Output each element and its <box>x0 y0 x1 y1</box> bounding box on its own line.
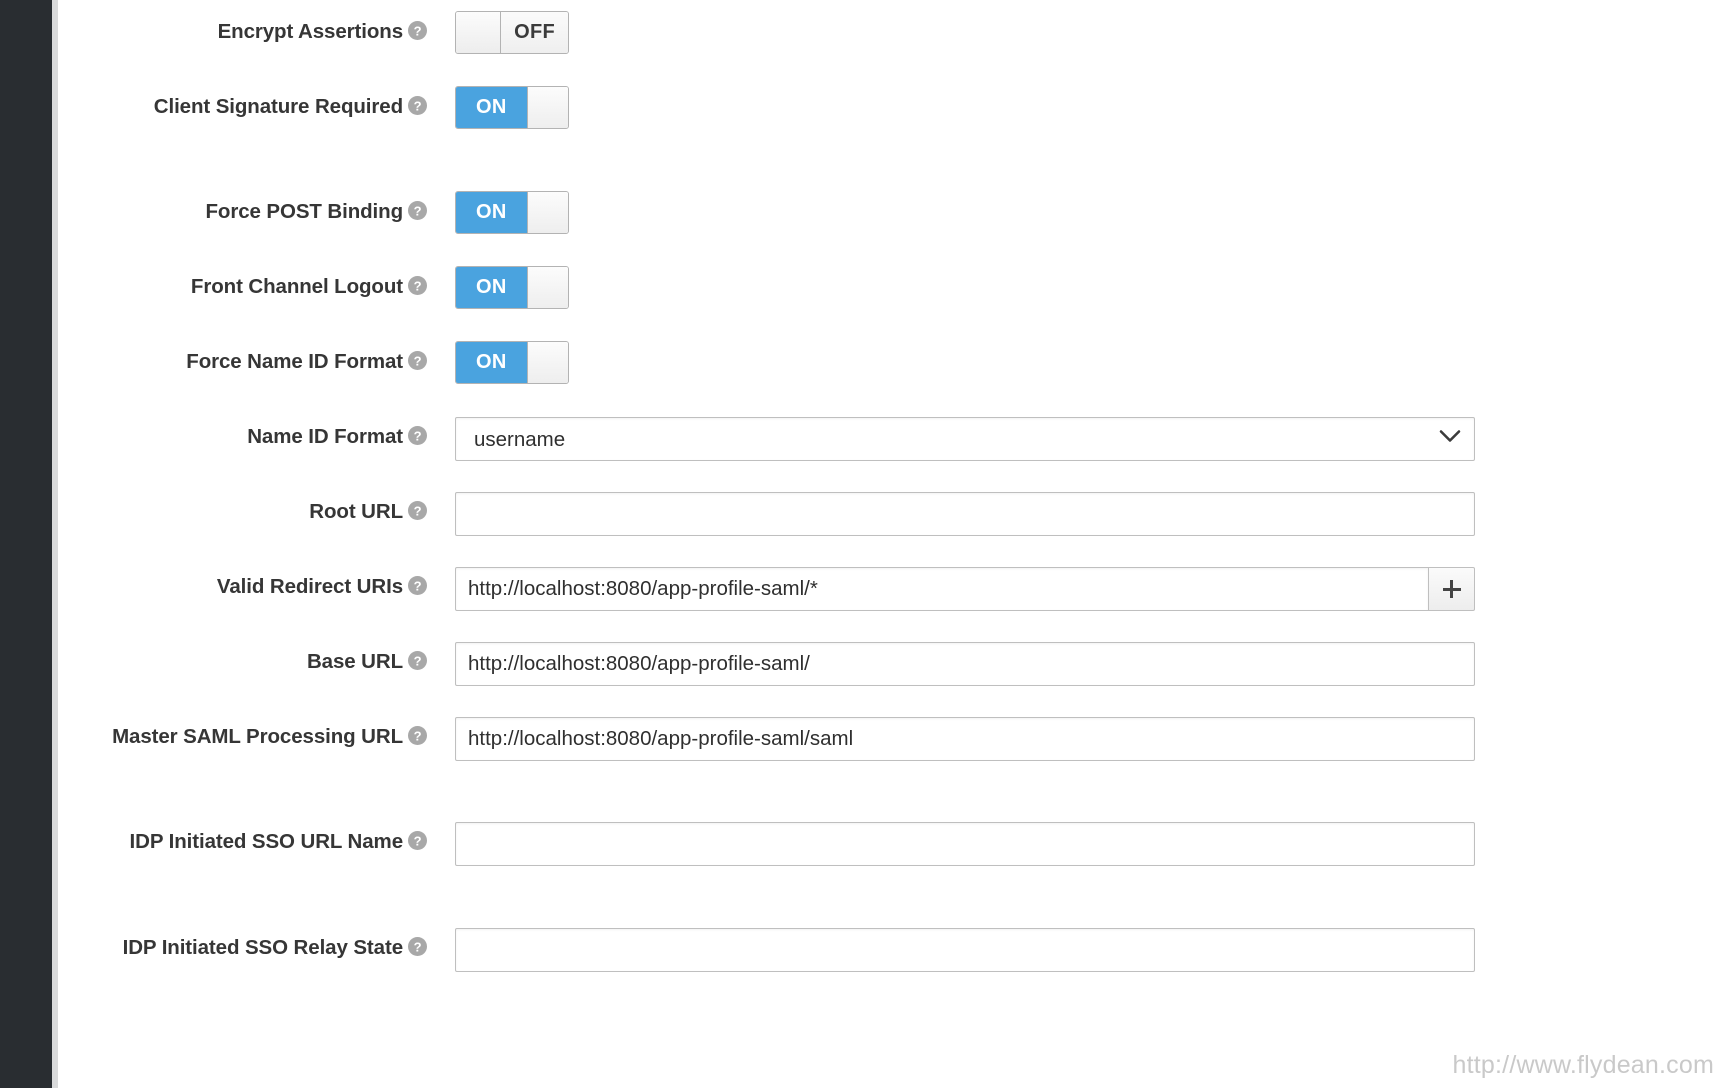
help-icon[interactable]: ? <box>408 651 427 670</box>
add-redirect-uri-button[interactable] <box>1429 567 1475 611</box>
label-text: Master SAML Processing URL <box>112 725 403 748</box>
name-id-format-select[interactable]: username <box>455 417 1475 461</box>
toggle-handle <box>526 267 568 308</box>
toggle-handle <box>456 12 502 53</box>
label-text: Force POST Binding <box>205 200 403 223</box>
label-text: Front Channel Logout <box>190 275 403 298</box>
svg-text:?: ? <box>414 728 422 743</box>
label-idp-initiated-sso-url-name: IDP Initiated SSO URL Name? <box>58 828 427 856</box>
svg-text:?: ? <box>414 23 422 38</box>
valid-redirect-uris-input[interactable] <box>455 567 1429 611</box>
label-valid-redirect-uris: Valid Redirect URIs? <box>58 573 427 601</box>
label-text: Base URL <box>306 650 403 673</box>
settings-form: Encrypt Assertions? OFF Client Signature… <box>58 0 1720 1088</box>
idp-initiated-sso-url-name-input[interactable] <box>455 822 1475 866</box>
toggle-client-signature-required[interactable]: ON <box>455 86 569 129</box>
svg-text:?: ? <box>414 833 422 848</box>
label-text: IDP Initiated SSO Relay State <box>122 936 404 959</box>
label-idp-initiated-sso-relay-state: IDP Initiated SSO Relay State? <box>58 934 427 962</box>
help-icon[interactable]: ? <box>408 276 427 295</box>
toggle-on-label: ON <box>456 342 527 383</box>
label-text: Name ID Format <box>247 425 403 448</box>
svg-text:?: ? <box>414 203 422 218</box>
label-text: Valid Redirect URIs <box>216 575 403 598</box>
watermark: http://www.flydean.com <box>1452 1051 1714 1079</box>
label-front-channel-logout: Front Channel Logout? <box>58 273 427 301</box>
svg-text:?: ? <box>414 578 422 593</box>
idp-initiated-sso-relay-state-input[interactable] <box>455 928 1475 972</box>
toggle-force-name-id-format[interactable]: ON <box>455 341 569 384</box>
label-client-signature-required: Client Signature Required? <box>58 93 427 121</box>
master-saml-processing-url-input[interactable] <box>455 717 1475 761</box>
svg-text:?: ? <box>414 353 422 368</box>
help-icon[interactable]: ? <box>408 831 427 850</box>
help-icon[interactable]: ? <box>408 96 427 115</box>
svg-text:?: ? <box>414 939 422 954</box>
root-url-input[interactable] <box>455 492 1475 536</box>
label-name-id-format: Name ID Format? <box>58 423 427 451</box>
svg-text:?: ? <box>414 98 422 113</box>
toggle-on-label: ON <box>456 267 527 308</box>
label-base-url: Base URL? <box>58 648 427 676</box>
svg-text:?: ? <box>414 503 422 518</box>
svg-text:?: ? <box>414 428 422 443</box>
toggle-on-label: ON <box>456 192 527 233</box>
help-icon[interactable]: ? <box>408 501 427 520</box>
help-icon[interactable]: ? <box>408 201 427 220</box>
help-icon[interactable]: ? <box>408 426 427 445</box>
left-sidebar-rail <box>0 0 52 1088</box>
saml-client-settings-page: Encrypt Assertions? OFF Client Signature… <box>0 0 1720 1088</box>
label-force-name-id-format: Force Name ID Format? <box>58 348 427 376</box>
toggle-handle <box>526 342 568 383</box>
toggle-on-label: ON <box>456 87 527 128</box>
help-icon[interactable]: ? <box>408 726 427 745</box>
label-text: Encrypt Assertions <box>217 20 404 43</box>
help-icon[interactable]: ? <box>408 937 427 956</box>
label-text: Client Signature Required <box>153 95 403 118</box>
label-text: IDP Initiated SSO URL Name <box>129 830 404 853</box>
base-url-input[interactable] <box>455 642 1475 686</box>
label-root-url: Root URL? <box>58 498 427 526</box>
label-text: Force Name ID Format <box>186 350 403 373</box>
svg-text:?: ? <box>414 653 422 668</box>
label-encrypt-assertions: Encrypt Assertions? <box>58 18 427 46</box>
toggle-handle <box>526 87 568 128</box>
label-master-saml-processing-url: Master SAML Processing URL? <box>58 723 427 751</box>
help-icon[interactable]: ? <box>408 21 427 40</box>
toggle-handle <box>526 192 568 233</box>
toggle-force-post-binding[interactable]: ON <box>455 191 569 234</box>
toggle-front-channel-logout[interactable]: ON <box>455 266 569 309</box>
label-text: Root URL <box>309 500 403 523</box>
name-id-format-select-wrap: username <box>455 417 1475 461</box>
toggle-encrypt-assertions[interactable]: OFF <box>455 11 569 54</box>
svg-text:?: ? <box>414 278 422 293</box>
help-icon[interactable]: ? <box>408 576 427 595</box>
plus-icon-vertical <box>1450 580 1453 598</box>
toggle-off-label: OFF <box>501 12 568 53</box>
label-force-post-binding: Force POST Binding? <box>58 198 427 226</box>
help-icon[interactable]: ? <box>408 351 427 370</box>
